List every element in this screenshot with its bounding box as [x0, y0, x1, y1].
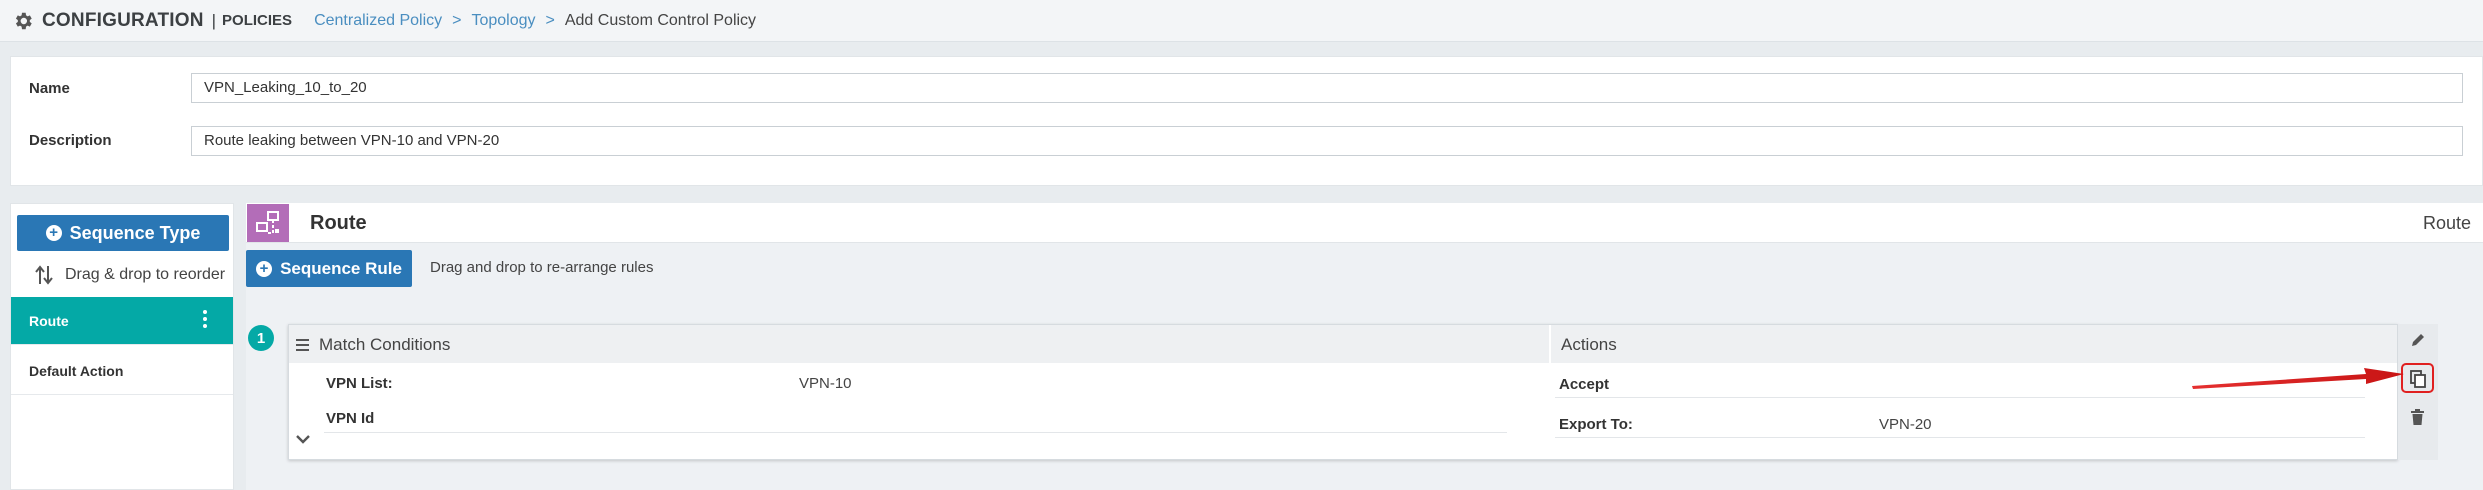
match-condition-label: VPN List: — [326, 375, 393, 392]
match-conditions-header: Match Conditions — [289, 325, 1549, 363]
action-label: Export To: — [1559, 416, 1633, 433]
route-header: Route Route — [246, 203, 2483, 243]
rule-card[interactable]: Match Conditions Actions VPN List: VPN-1… — [288, 324, 2398, 460]
hamburger-icon[interactable] — [296, 339, 309, 354]
breadcrumb-current: Add Custom Control Policy — [564, 11, 757, 29]
route-sequence-panel: Route Route + Sequence Rule Drag and dro… — [246, 203, 2483, 490]
actions-title: Actions — [1561, 335, 1617, 354]
name-field[interactable]: VPN_Leaking_10_to_20 — [191, 73, 2463, 103]
route-type-label: Route — [2422, 213, 2471, 233]
route-title: Route — [310, 212, 367, 234]
plus-circle-icon: + — [45, 225, 62, 241]
sidebar-item-default-action[interactable]: Default Action — [11, 347, 233, 395]
rule-action-bar — [2398, 324, 2438, 460]
sequence-sidebar: + Sequence Type Drag & drop to reorder R… — [10, 203, 234, 490]
trash-icon[interactable] — [2410, 409, 2425, 426]
row-divider — [324, 432, 1507, 433]
sequence-rule-label: Sequence Rule — [280, 258, 402, 278]
name-label: Name — [29, 80, 70, 97]
match-conditions-title: Match Conditions — [319, 335, 451, 354]
section-title: POLICIES — [222, 12, 293, 29]
sidebar-item-label: Route — [29, 312, 69, 329]
row-divider — [1555, 437, 2365, 438]
copy-icon[interactable] — [2410, 370, 2427, 388]
policy-details-panel: Name VPN_Leaking_10_to_20 Description Ro… — [10, 56, 2483, 186]
reorder-arrows-icon — [35, 265, 53, 285]
description-field[interactable]: Route leaking between VPN-10 and VPN-20 — [191, 126, 2463, 156]
gear-icon — [15, 12, 32, 29]
breadcrumb-topology[interactable]: Topology — [471, 12, 535, 30]
row-divider — [1555, 397, 2365, 398]
annotation-arrow — [2192, 368, 2404, 389]
match-condition-value: VPN-10 — [799, 375, 852, 392]
app-title: CONFIGURATION — [42, 9, 204, 31]
description-label: Description — [29, 132, 112, 149]
sequence-rule-button[interactable]: + Sequence Rule — [246, 250, 412, 287]
rule-reorder-hint: Drag and drop to re-arrange rules — [430, 259, 654, 276]
breadcrumb-arrow: > — [452, 11, 462, 29]
action-value: VPN-20 — [1879, 416, 1932, 433]
chevron-down-icon[interactable] — [295, 433, 311, 445]
drag-reorder-hint: Drag & drop to reorder — [35, 264, 225, 286]
sidebar-item-route[interactable]: Route — [11, 297, 233, 345]
rule-number-badge: 1 — [248, 325, 274, 351]
sequence-type-button[interactable]: + Sequence Type — [17, 215, 229, 251]
sidebar-item-label: Default Action — [29, 362, 124, 379]
route-policy-icon — [247, 204, 289, 242]
edit-pencil-icon[interactable] — [2410, 332, 2426, 348]
drag-hint-text: Drag & drop to reorder — [65, 266, 226, 283]
action-label: Accept — [1559, 376, 1610, 393]
title-separator: | — [211, 10, 217, 30]
kebab-menu-icon[interactable] — [203, 310, 207, 331]
breadcrumb-arrow: > — [545, 11, 555, 29]
sequence-type-label: Sequence Type — [69, 222, 201, 243]
actions-header: Actions — [1551, 325, 2397, 363]
match-condition-label: VPN Id — [326, 410, 375, 427]
breadcrumb-centralized-policy[interactable]: Centralized Policy — [314, 12, 442, 30]
top-bar: CONFIGURATION | POLICIES Centralized Pol… — [0, 0, 2483, 42]
plus-circle-icon: + — [256, 260, 273, 277]
